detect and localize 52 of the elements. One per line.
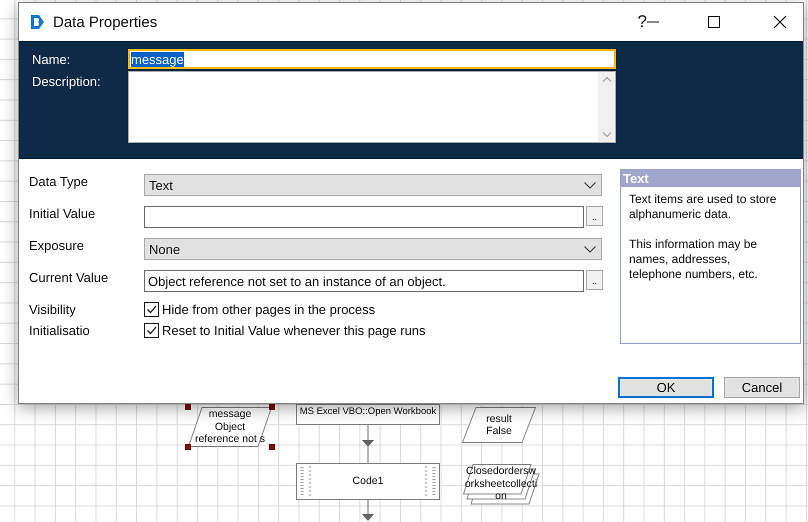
node-label: message: [208, 408, 252, 421]
field-label: Description:: [32, 73, 102, 91]
code-node[interactable]: [296, 463, 440, 500]
dialog-button[interactable]: OK: [618, 377, 714, 398]
connector-arrow: [362, 500, 374, 521]
node-label: reference not s: [194, 433, 266, 446]
field-label: Exposure: [29, 238, 85, 255]
action-node[interactable]: [296, 404, 440, 425]
maximize-icon[interactable]: [708, 16, 720, 28]
selection-handle[interactable]: [185, 444, 191, 450]
help-button[interactable]: ?: [638, 12, 647, 32]
checkbox[interactable]: [144, 323, 159, 338]
window-title: Data Properties: [53, 14, 158, 30]
node-label: Code1: [352, 475, 384, 488]
node-label: MS Excel VBO::Open Workbook: [300, 406, 436, 417]
checkbox-label: Hide from other pages in the process: [162, 302, 376, 317]
node-label: result: [486, 412, 512, 425]
dialog-button[interactable]: Cancel: [724, 377, 800, 398]
input-field[interactable]: Object reference not set to an instance of an object.: [144, 270, 584, 292]
field-label: Initial Value: [29, 206, 96, 223]
field-label: Current Value: [29, 270, 110, 287]
dropdown[interactable]: Text: [144, 174, 602, 196]
data-node[interactable]: [462, 407, 536, 443]
chevron-down-icon: [584, 246, 596, 252]
node-label: orksheetcollecti: [464, 478, 538, 490]
field-label: Initialisatio: [29, 323, 91, 340]
selection-handle[interactable]: [269, 404, 275, 410]
node-label: on: [495, 490, 507, 503]
node-label: Object: [214, 420, 246, 434]
chevron-down-icon: [584, 182, 596, 188]
field-label: Data Type: [29, 174, 90, 191]
info-text: This information may be names, addresses, telephone numbers, etc.: [629, 237, 759, 282]
app-icon: [29, 14, 45, 30]
name-field[interactable]: message: [128, 49, 616, 69]
selection-handle[interactable]: [269, 444, 275, 450]
input-field[interactable]: [144, 206, 584, 228]
close-icon[interactable]: [773, 15, 787, 29]
selection-handle[interactable]: [185, 404, 191, 410]
info-text: Text items are used to store alphanumeric data.: [629, 192, 778, 222]
minimize-icon[interactable]: [647, 21, 659, 23]
data-node[interactable]: [188, 407, 272, 447]
checkbox[interactable]: [144, 302, 159, 317]
checkbox-label: Reset to Initial Value whenever this page runs: [162, 323, 426, 338]
dropdown[interactable]: None: [144, 238, 602, 260]
browse-button[interactable]: ..: [586, 270, 603, 290]
node-label: Closedordersw: [466, 465, 536, 478]
field-label: Name:: [32, 51, 72, 69]
field-label: Visibility: [29, 302, 77, 319]
info-title: Text: [621, 170, 800, 187]
collection-node[interactable]: [462, 464, 540, 504]
node-label: False: [486, 425, 512, 438]
browse-button[interactable]: ..: [586, 206, 603, 226]
